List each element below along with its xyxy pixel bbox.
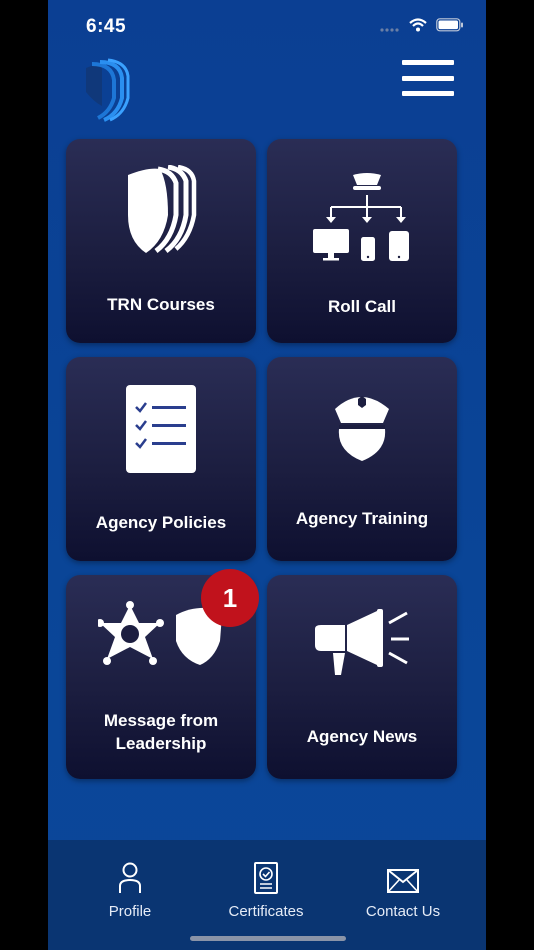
tile-agency-policies[interactable]: Agency Policies [66,357,256,561]
tile-label: Roll Call [327,297,396,316]
tile-agency-training[interactable]: Agency Training [267,357,457,561]
tile-roll-call[interactable]: Roll Call [267,139,457,343]
checklist-icon [126,385,196,478]
status-icons [380,18,464,37]
hamburger-menu-icon[interactable] [402,60,454,96]
police-officer-icon [331,391,393,468]
battery-icon [436,18,464,37]
tile-label: Agency Policies [95,513,227,532]
shield-icon [124,164,198,262]
tile-label: Agency News [306,727,418,746]
status-bar: 6:45 [48,0,486,50]
tab-label: Profile [108,903,152,920]
home-indicator [190,936,346,941]
tile-label: Message from Leadership [103,711,219,753]
tile-trn-courses[interactable]: TRN Courses [66,139,256,343]
shield-logo-icon [82,58,130,122]
certificate-icon [253,862,279,899]
cellular-signal-icon [380,19,400,37]
tab-contact-us[interactable]: Contact Us [358,862,448,950]
org-chart-devices-icon [311,171,411,268]
tab-label: Certificates [228,903,304,920]
tab-profile[interactable]: Profile [90,862,170,950]
notification-badge: 1 [201,569,259,627]
tile-label: TRN Courses [107,295,215,314]
wifi-icon [409,18,427,37]
tab-bar: Profile Certificates Contact Us [48,840,486,950]
megaphone-icon [311,609,411,684]
status-time: 6:45 [86,16,127,37]
tile-agency-news[interactable]: Agency News [267,575,457,779]
tile-label: Agency Training [295,509,429,528]
person-icon [117,862,143,899]
tab-label: Contact Us [365,903,441,920]
app-screen: 6:45 TRN Courses Roll Call Agency Polici… [48,0,486,950]
envelope-icon [386,862,420,899]
